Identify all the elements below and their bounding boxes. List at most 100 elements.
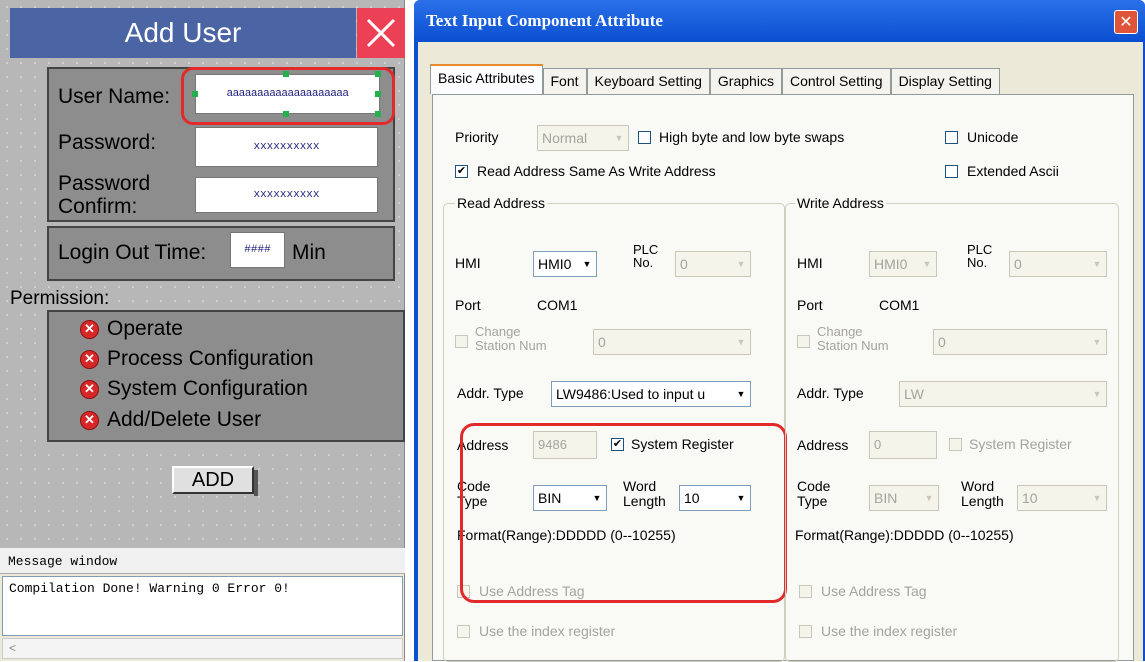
message-window-title: Message window — [0, 548, 405, 574]
read-hmi-label: HMI — [455, 255, 481, 271]
close-icon[interactable] — [357, 8, 405, 58]
horizontal-scrollbar[interactable]: < — [2, 638, 403, 659]
write-address-label: Address — [797, 437, 849, 453]
extended-ascii-label: Extended Ascii — [967, 163, 1059, 179]
chevron-down-icon: ▼ — [922, 259, 932, 269]
read-use-index-checkbox[interactable] — [457, 625, 470, 638]
scroll-left-icon[interactable]: < — [9, 641, 16, 655]
priority-label: Priority — [455, 129, 499, 145]
byte-swap-checkbox[interactable] — [638, 131, 651, 144]
selection-handle[interactable] — [375, 91, 381, 97]
tab-bar: Basic Attributes Font Keyboard Setting G… — [430, 64, 1000, 94]
chevron-down-icon: ▼ — [1092, 389, 1102, 399]
write-port-value: COM1 — [879, 297, 920, 313]
write-hmi-label: HMI — [797, 255, 823, 271]
x-circle-icon: ✕ — [80, 349, 99, 369]
extended-ascii-checkbox[interactable] — [945, 165, 958, 178]
read-plc-label: PLC No. — [633, 242, 659, 270]
write-use-index-label: Use the index register — [821, 623, 958, 639]
highlight-address-settings — [460, 423, 787, 603]
write-addr-type-select[interactable]: LW ▼ — [899, 381, 1107, 407]
read-change-station-label: Change Station Num — [475, 324, 547, 353]
write-word-length-label: Word Length — [961, 478, 1004, 509]
dialog-close-button[interactable]: ✕ — [1114, 10, 1138, 34]
chevron-down-icon: ▼ — [924, 493, 934, 503]
write-change-station-select[interactable]: 0 ▼ — [933, 329, 1107, 355]
login-out-time-field[interactable]: #### — [230, 232, 285, 268]
read-port-label: Port — [455, 297, 481, 313]
unicode-checkbox[interactable] — [945, 131, 958, 144]
login-out-time-label: Login Out Time: — [58, 241, 207, 264]
permission-item[interactable]: ✕ System Configuration — [80, 377, 308, 401]
read-change-station-select[interactable]: 0 ▼ — [593, 329, 751, 355]
write-plc-select[interactable]: 0 ▼ — [1009, 251, 1107, 277]
unicode-label: Unicode — [967, 129, 1019, 145]
write-hmi-select[interactable]: HMI0 ▼ — [869, 251, 937, 277]
priority-select[interactable]: Normal ▼ — [537, 125, 629, 151]
read-addr-type-select[interactable]: LW9486:Used to input u ▼ — [551, 381, 751, 407]
chevron-down-icon: ▼ — [582, 259, 592, 269]
byte-swap-label: High byte and low byte swaps — [659, 129, 845, 145]
password-confirm-field[interactable]: xxxxxxxxxx — [195, 177, 378, 213]
user-name-label: User Name: — [58, 85, 171, 108]
chevron-down-icon: ▼ — [614, 133, 624, 143]
selection-handle[interactable] — [283, 71, 289, 77]
chevron-down-icon: ▼ — [736, 337, 746, 347]
x-circle-icon: ✕ — [80, 379, 99, 399]
message-window-text[interactable]: Compilation Done! Warning 0 Error 0! — [2, 576, 403, 636]
write-change-station-checkbox[interactable] — [797, 335, 810, 348]
chevron-down-icon: ▼ — [1092, 493, 1102, 503]
write-address-input[interactable]: 0 — [869, 431, 937, 459]
permission-item[interactable]: ✕ Add/Delete User — [80, 408, 261, 432]
write-addr-type-label: Addr. Type — [797, 385, 864, 401]
chevron-down-icon: ▼ — [1092, 259, 1102, 269]
x-circle-icon: ✕ — [80, 319, 99, 339]
read-port-value: COM1 — [537, 297, 578, 313]
tab-basic-attributes[interactable]: Basic Attributes — [430, 64, 543, 94]
hmi-screen: Add User User Name: aaaaaaaaaaaaaaaaaaaa… — [0, 0, 405, 548]
attribute-dialog: Text Input Component Attribute ✕ Basic A… — [414, 0, 1145, 662]
read-use-index-label: Use the index register — [479, 623, 616, 639]
read-addr-type-label: Addr. Type — [457, 385, 524, 401]
password-confirm-label: Password — [58, 172, 151, 195]
tab-display-setting[interactable]: Display Setting — [890, 68, 1000, 94]
write-port-label: Port — [797, 297, 823, 313]
login-out-time-unit: Min — [292, 241, 326, 264]
selection-handle[interactable] — [375, 71, 381, 77]
read-same-label: Read Address Same As Write Address — [477, 163, 716, 179]
write-use-tag-label: Use Address Tag — [821, 583, 927, 599]
selection-handle[interactable] — [283, 111, 289, 117]
write-change-station-label: Change Station Num — [817, 324, 889, 353]
tab-keyboard-setting[interactable]: Keyboard Setting — [586, 68, 710, 94]
chevron-down-icon: ▼ — [1092, 337, 1102, 347]
tab-page: Priority Normal ▼ High byte and low byte … — [432, 94, 1134, 662]
write-use-index-checkbox[interactable] — [799, 625, 812, 638]
tab-graphics[interactable]: Graphics — [709, 68, 782, 94]
tab-control-setting[interactable]: Control Setting — [781, 68, 891, 94]
write-plc-label: PLC No. — [967, 242, 993, 270]
write-system-register-checkbox[interactable] — [949, 438, 962, 451]
permission-item[interactable]: ✕ Process Configuration — [80, 347, 314, 371]
read-same-checkbox[interactable]: ✔ — [455, 165, 468, 178]
message-window: Message window Compilation Done! Warning… — [0, 548, 405, 661]
selection-handle[interactable] — [375, 111, 381, 117]
permission-label: Permission: — [10, 288, 110, 309]
write-code-type-select[interactable]: BIN ▼ — [869, 485, 939, 511]
selection-handle[interactable] — [192, 91, 198, 97]
chevron-down-icon: ▼ — [736, 389, 746, 399]
write-format-label: Format(Range):DDDDD (0--10255) — [795, 527, 1014, 543]
password-field[interactable]: xxxxxxxxxx — [195, 127, 378, 167]
x-circle-icon: ✕ — [80, 410, 99, 430]
read-plc-select[interactable]: 0 ▼ — [675, 251, 751, 277]
hmi-title: Add User — [10, 8, 356, 58]
dialog-body: Basic Attributes Font Keyboard Setting G… — [418, 42, 1143, 662]
write-address-title: Write Address — [795, 195, 886, 211]
permission-item[interactable]: ✕ Operate — [80, 317, 183, 341]
tab-font[interactable]: Font — [542, 68, 587, 94]
chevron-down-icon: ▼ — [736, 259, 746, 269]
read-hmi-select[interactable]: HMI0 ▼ — [533, 251, 597, 277]
write-word-length-select[interactable]: 10 ▼ — [1017, 485, 1107, 511]
write-use-tag-checkbox[interactable] — [799, 585, 812, 598]
add-button[interactable]: ADD — [172, 466, 258, 496]
read-change-station-checkbox[interactable] — [455, 335, 468, 348]
